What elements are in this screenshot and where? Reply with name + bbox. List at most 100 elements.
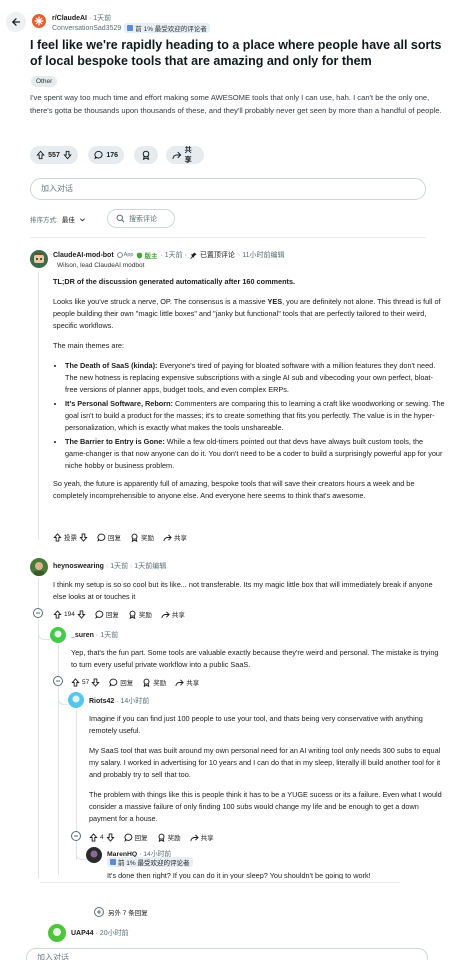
commenter-avatar[interactable] bbox=[68, 692, 84, 708]
award-button[interactable]: 奖励 bbox=[130, 532, 154, 542]
post-author[interactable]: ConversationSad3529 bbox=[52, 25, 121, 32]
mod-badge: 版主 bbox=[136, 250, 157, 260]
comment-body: Imagine if you can find just 100 people … bbox=[89, 713, 445, 825]
award-button[interactable]: 奖励 bbox=[142, 677, 166, 687]
collapse-button[interactable] bbox=[33, 608, 43, 618]
pin-icon bbox=[190, 251, 197, 259]
vote-control: 投票 bbox=[53, 532, 88, 542]
pinned-label: 已置顶评论 bbox=[199, 252, 235, 259]
award-icon bbox=[158, 833, 165, 842]
bottom-comment-input[interactable]: 加入对话 bbox=[26, 948, 428, 960]
comment-actions: 194 回复 奖励 共享 bbox=[53, 609, 185, 619]
thread-connector bbox=[76, 852, 86, 860]
share-button[interactable]: 共享 bbox=[175, 677, 199, 687]
comment-author[interactable]: UAP44 bbox=[71, 930, 94, 937]
vote-control: 4 bbox=[89, 832, 115, 842]
share-button[interactable]: 共享 bbox=[161, 609, 185, 619]
share-button[interactable]: 共享 bbox=[166, 146, 204, 164]
upvote-icon[interactable] bbox=[36, 150, 45, 160]
upvote-icon[interactable] bbox=[53, 532, 62, 542]
vote-count: 194 bbox=[64, 610, 75, 618]
subreddit-icon[interactable] bbox=[32, 14, 46, 28]
post-flair[interactable]: Other bbox=[31, 76, 58, 87]
comment-paragraph: My SaaS tool that was built around my ow… bbox=[89, 746, 441, 779]
downvote-icon[interactable] bbox=[63, 150, 72, 160]
upvote-icon[interactable] bbox=[53, 609, 62, 619]
downvote-icon[interactable] bbox=[105, 832, 115, 842]
mod-author[interactable]: ClaudeAI-mod-bot bbox=[53, 252, 114, 259]
share-arrow-icon bbox=[161, 610, 170, 618]
mod-user-flair: Wilson, lead ClaudeAI modbot bbox=[57, 262, 145, 269]
themes-list: The Death of SaaS (kinda): Everyone's ti… bbox=[53, 360, 445, 472]
vote-control: 557 bbox=[30, 146, 78, 164]
comments-button[interactable]: 176 bbox=[88, 146, 124, 164]
share-button[interactable]: 共享 bbox=[190, 832, 214, 842]
downvote-icon[interactable] bbox=[79, 532, 88, 542]
commenter-avatar[interactable] bbox=[48, 924, 66, 942]
arrow-left-icon bbox=[11, 18, 21, 26]
comment-body: Yep, that's the fun part. Some tools are… bbox=[71, 648, 439, 669]
reply-button[interactable]: 回复 bbox=[95, 609, 119, 619]
theme-item: The Barrier to Entry is Gone: While a fe… bbox=[65, 436, 445, 472]
upvote-icon[interactable] bbox=[89, 832, 98, 842]
sort-control[interactable]: 排序方式: 最佳 bbox=[30, 214, 86, 224]
post-title: I feel like we're rapidly heading to a p… bbox=[30, 38, 442, 68]
share-arrow-icon bbox=[190, 833, 199, 841]
share-arrow-icon bbox=[172, 151, 182, 159]
post-time: · 1天前 bbox=[88, 15, 112, 22]
mod-edited: · 11小时前编辑 bbox=[237, 252, 285, 259]
comment-header: Riots42 · 14小时前 bbox=[89, 696, 149, 706]
subreddit-name[interactable]: r/ClaudeAI bbox=[52, 15, 87, 22]
comment-header: heynoswearing · 1天前 · 1天前编辑 bbox=[53, 561, 166, 571]
post-author-line: ConversationSad3529 前 1% 最受欢迎的评论者 bbox=[52, 23, 210, 33]
back-button[interactable] bbox=[6, 12, 26, 32]
divider bbox=[30, 237, 426, 238]
bot-avatar-icon bbox=[34, 253, 44, 263]
collapse-button[interactable] bbox=[71, 831, 81, 841]
award-button[interactable] bbox=[134, 146, 158, 164]
commenter-avatar[interactable] bbox=[86, 847, 102, 863]
commenter-avatar[interactable] bbox=[50, 627, 66, 643]
comment-author[interactable]: heynoswearing bbox=[53, 563, 104, 570]
claude-logo-icon bbox=[34, 16, 44, 26]
vote-control: 194 bbox=[53, 609, 86, 619]
top-commenter-badge: 前 1% 最受欢迎的评论者 bbox=[107, 857, 193, 867]
comment-input[interactable]: 加入对话 bbox=[30, 178, 426, 200]
award-button[interactable]: 奖励 bbox=[157, 832, 181, 842]
comment-search[interactable]: 搜索评论 bbox=[107, 209, 175, 228]
commenter-avatar[interactable] bbox=[30, 558, 48, 576]
downvote-icon[interactable] bbox=[77, 609, 86, 619]
thread-line bbox=[38, 272, 39, 540]
sort-label: 排序方式: bbox=[30, 217, 58, 224]
comment-author[interactable]: Riots42 bbox=[89, 698, 114, 705]
avatar-icon bbox=[50, 627, 66, 643]
mod-time: · 1天前 · bbox=[160, 252, 187, 259]
mod-bot-avatar[interactable] bbox=[30, 250, 48, 268]
app-icon bbox=[116, 252, 123, 258]
comment-body: It's done then right? If you can do it i… bbox=[107, 871, 371, 879]
award-button[interactable]: 奖励 bbox=[128, 609, 152, 619]
downvote-icon[interactable] bbox=[91, 677, 100, 687]
themes-intro: The main themes are: bbox=[53, 341, 124, 350]
badge-icon bbox=[110, 859, 116, 865]
mod-comment-header: ClaudeAI-mod-bot App 版主 · 1天前 · 已置顶评论 · … bbox=[53, 250, 285, 261]
award-icon bbox=[143, 678, 150, 687]
thread-connector bbox=[58, 697, 68, 705]
upvote-icon[interactable] bbox=[71, 677, 80, 687]
reply-button[interactable]: 回复 bbox=[97, 532, 121, 542]
comment-author[interactable]: _suren bbox=[71, 632, 94, 639]
comment-actions: 4 回复 奖励 共享 bbox=[89, 832, 214, 842]
search-icon bbox=[116, 214, 125, 223]
reply-button[interactable]: 回复 bbox=[123, 832, 148, 842]
more-replies-button[interactable]: 另外 7 条回复 bbox=[94, 907, 148, 917]
share-button[interactable]: 共享 bbox=[163, 532, 187, 542]
comment-bubble-icon bbox=[123, 833, 132, 842]
comment-count: 176 bbox=[106, 151, 118, 159]
chevron-down-icon bbox=[79, 217, 85, 221]
reply-button[interactable]: 回复 bbox=[109, 677, 133, 687]
comment-actions: 57 回复 奖励 共享 bbox=[71, 677, 199, 687]
post-meta-line: r/ClaudeAI · 1天前 bbox=[52, 13, 111, 23]
mod-closing: So yeah, the future is apparently full o… bbox=[53, 479, 415, 500]
sort-value[interactable]: 最佳 bbox=[62, 214, 75, 224]
collapse-button[interactable] bbox=[53, 676, 63, 686]
